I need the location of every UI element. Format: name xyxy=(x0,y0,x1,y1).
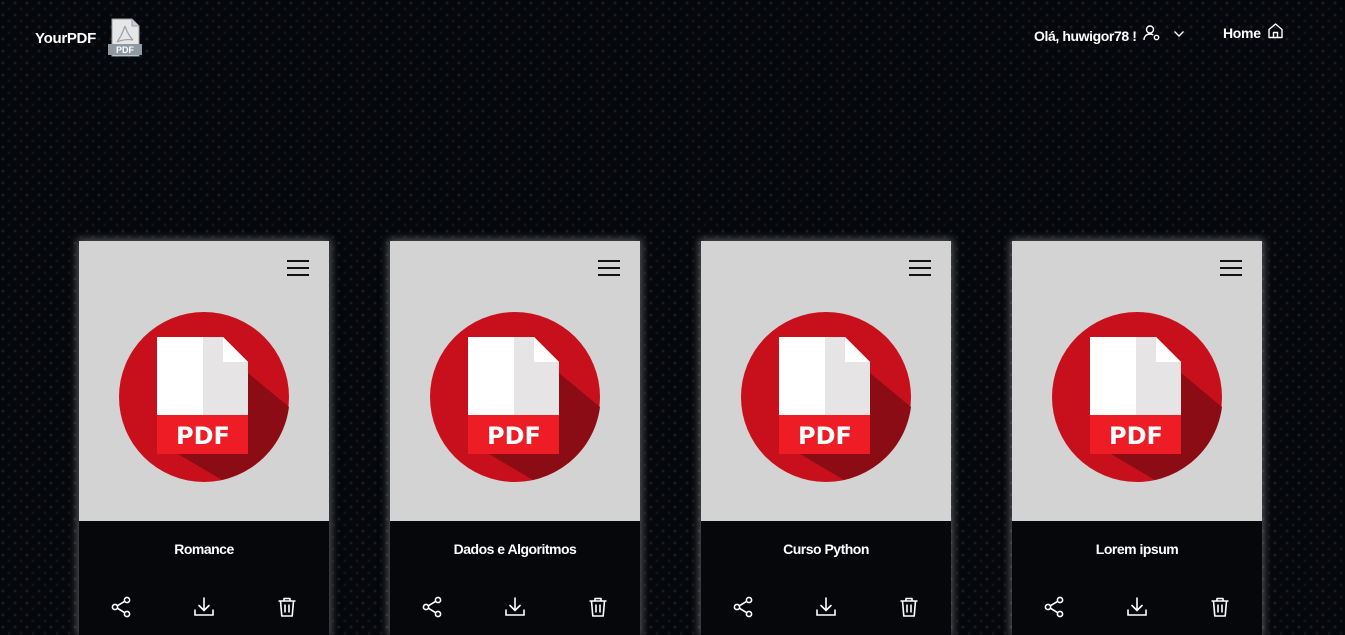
pdf-label: PDF xyxy=(1109,422,1163,450)
pdf-label: PDF xyxy=(487,422,541,450)
share-icon[interactable] xyxy=(418,593,446,621)
card-title[interactable]: Romance xyxy=(79,541,329,557)
card-title[interactable]: Lorem ipsum xyxy=(1012,541,1262,557)
trash-icon[interactable] xyxy=(584,593,612,621)
trash-icon[interactable] xyxy=(895,593,923,621)
home-icon[interactable] xyxy=(1267,22,1284,44)
user-greeting[interactable]: Olá, huwigor78 ! xyxy=(1034,28,1137,44)
card-actions xyxy=(390,593,640,621)
card-preview[interactable]: PDF xyxy=(701,241,951,521)
hamburger-menu-icon[interactable] xyxy=(287,260,309,276)
card-actions xyxy=(79,593,329,621)
chevron-down-icon[interactable] xyxy=(1173,27,1185,45)
card-preview[interactable]: PDF xyxy=(390,241,640,521)
download-icon[interactable] xyxy=(1123,593,1151,621)
card-actions xyxy=(701,593,951,621)
pdf-card[interactable]: PDF Dados e Algoritmos xyxy=(390,241,640,635)
pdf-document-icon: PDF xyxy=(741,312,911,482)
user-settings-icon[interactable] xyxy=(1142,24,1161,47)
card-title[interactable]: Curso Python xyxy=(701,541,951,557)
pdf-document-icon: PDF xyxy=(1052,312,1222,482)
brand[interactable]: YourPDF PDF xyxy=(35,18,144,58)
share-icon[interactable] xyxy=(1040,593,1068,621)
hamburger-menu-icon[interactable] xyxy=(909,260,931,276)
trash-icon[interactable] xyxy=(1206,593,1234,621)
card-title[interactable]: Dados e Algoritmos xyxy=(390,541,640,557)
download-icon[interactable] xyxy=(501,593,529,621)
download-icon[interactable] xyxy=(190,593,218,621)
navbar: YourPDF PDF Olá, huwigor78 ! Home xyxy=(0,0,1345,80)
pdf-card[interactable]: PDF Lorem ipsum xyxy=(1012,241,1262,635)
hamburger-menu-icon[interactable] xyxy=(598,260,620,276)
trash-icon[interactable] xyxy=(273,593,301,621)
hamburger-menu-icon[interactable] xyxy=(1220,260,1242,276)
pdf-label: PDF xyxy=(176,422,230,450)
card-preview[interactable]: PDF xyxy=(1012,241,1262,521)
pdf-card[interactable]: PDF Romance xyxy=(79,241,329,635)
card-actions xyxy=(1012,593,1262,621)
share-icon[interactable] xyxy=(729,593,757,621)
home-label[interactable]: Home xyxy=(1223,25,1261,41)
home-link[interactable]: Home xyxy=(1223,22,1284,44)
pdf-label: PDF xyxy=(798,422,852,450)
brand-logo-text: PDF xyxy=(116,45,135,55)
pdf-card[interactable]: PDF Curso Python xyxy=(701,241,951,635)
pdf-file-icon[interactable]: PDF xyxy=(106,18,144,58)
brand-name[interactable]: YourPDF xyxy=(35,30,96,47)
card-preview[interactable]: PDF xyxy=(79,241,329,521)
download-icon[interactable] xyxy=(812,593,840,621)
pdf-document-icon: PDF xyxy=(119,312,289,482)
pdf-document-icon: PDF xyxy=(430,312,600,482)
share-icon[interactable] xyxy=(107,593,135,621)
user-menu[interactable]: Olá, huwigor78 ! xyxy=(1034,24,1185,47)
